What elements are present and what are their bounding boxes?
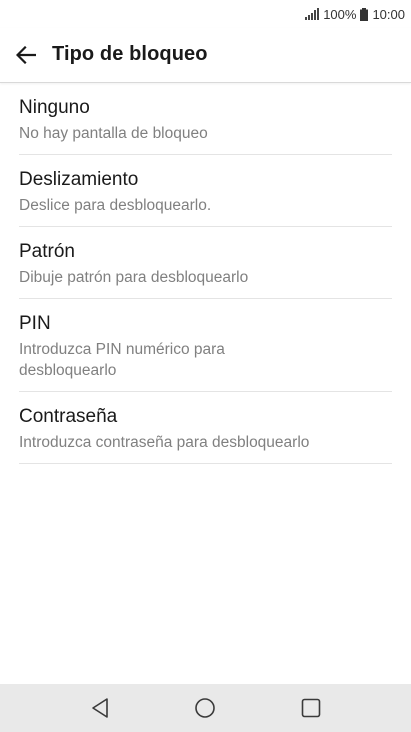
page-title: Tipo de bloqueo [52, 43, 208, 65]
back-triangle-icon [92, 698, 108, 718]
lock-option-swipe[interactable]: Deslizamiento Deslice para desbloquearlo… [19, 155, 392, 227]
lock-option-password[interactable]: Contraseña Introduzca contraseña para de… [19, 392, 392, 464]
lock-option-pin[interactable]: PIN Introduzca PIN numérico para desbloq… [19, 299, 392, 392]
lock-option-pattern[interactable]: Patrón Dibuje patrón para desbloquearlo [19, 227, 392, 299]
nav-back-button[interactable] [84, 693, 116, 723]
option-subtitle: No hay pantalla de bloqueo [19, 125, 208, 142]
lock-type-list: Ninguno No hay pantalla de bloqueo Desli… [0, 83, 411, 464]
status-bar: 100% 10:00 [0, 0, 411, 28]
option-title: Contraseña [19, 406, 118, 427]
home-circle-icon [195, 698, 215, 718]
clock-time: 10:00 [372, 6, 405, 22]
signal-icon [305, 8, 320, 20]
nav-home-button[interactable] [189, 693, 221, 723]
option-title: PIN [19, 313, 51, 334]
option-title: Ninguno [19, 97, 90, 118]
option-subtitle: Deslice para desbloquearlo. [19, 197, 212, 214]
option-subtitle: Introduzca PIN numérico para desbloquear… [19, 341, 225, 379]
lock-option-none[interactable]: Ninguno No hay pantalla de bloqueo [19, 83, 392, 155]
nav-recents-button[interactable] [295, 693, 327, 723]
option-subtitle: Dibuje patrón para desbloquearlo [19, 269, 249, 286]
battery-icon [360, 7, 369, 21]
arrow-left-icon [16, 46, 36, 64]
status-indicators: 100% 10:00 [305, 6, 405, 22]
option-subtitle: Introduzca contraseña para desbloquearlo [19, 434, 310, 451]
recents-square-icon [301, 698, 321, 718]
app-bar: Tipo de bloqueo [0, 28, 411, 83]
option-title: Patrón [19, 241, 75, 262]
back-button[interactable] [10, 39, 42, 71]
battery-percent: 100% [323, 6, 357, 22]
navigation-bar [0, 684, 411, 732]
option-title: Deslizamiento [19, 169, 139, 190]
